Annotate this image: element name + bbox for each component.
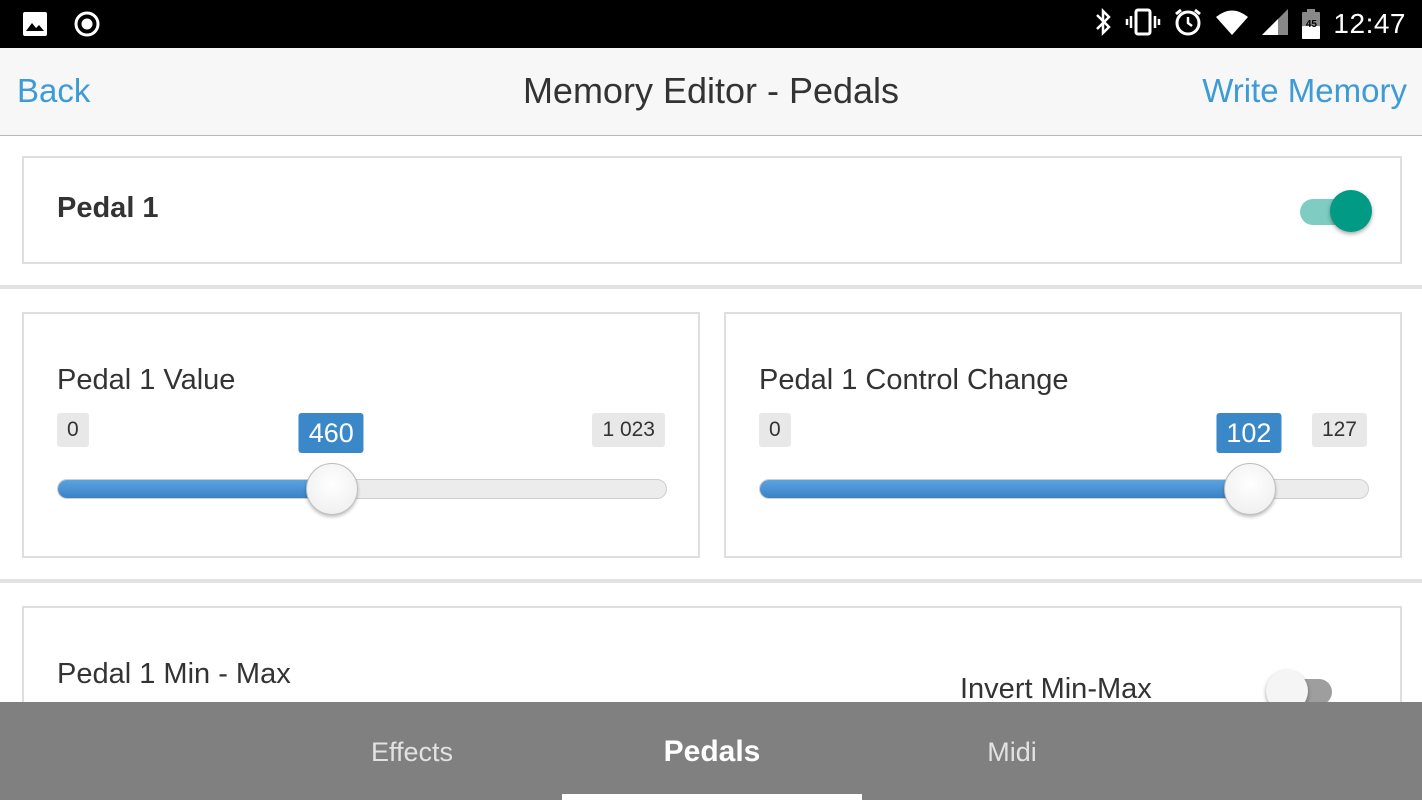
slider-min-label: 0 — [57, 413, 89, 447]
app-header: Back Memory Editor - Pedals Write Memory — [0, 48, 1422, 136]
tab-midi[interactable]: Midi — [862, 702, 1162, 800]
bluetooth-icon — [1093, 7, 1113, 42]
pedal-value-card: Pedal 1 Value 0 1 023 460 — [22, 312, 700, 558]
slider-value-badge: 102 — [1216, 413, 1282, 453]
section-divider — [0, 579, 1422, 583]
slider-handle[interactable] — [1223, 463, 1276, 515]
tab-pedals[interactable]: Pedals — [562, 702, 862, 800]
write-memory-button[interactable]: Write Memory — [1202, 72, 1407, 110]
slider-label: Pedal 1 Control Change — [759, 364, 1069, 396]
pedal-minmax-card: Pedal 1 Min - Max Invert Min-Max — [22, 606, 1402, 702]
slider-handle[interactable] — [306, 463, 359, 515]
minmax-label: Pedal 1 Min - Max — [57, 658, 291, 690]
pedal-enable-card: Pedal 1 — [22, 156, 1402, 264]
pedal-title: Pedal 1 — [57, 192, 159, 224]
bottom-tab-bar: Effects Pedals Midi — [0, 702, 1422, 800]
status-right-icons: 45 12:47 — [1093, 7, 1406, 42]
invert-minmax-label: Invert Min-Max — [960, 673, 1152, 702]
cell-signal-icon — [1261, 8, 1289, 41]
pedal-enable-toggle[interactable] — [1300, 187, 1374, 235]
active-tab-indicator — [562, 794, 862, 800]
invert-minmax-toggle[interactable] — [1266, 667, 1342, 702]
slider-label: Pedal 1 Value — [57, 364, 236, 396]
slider-min-label: 0 — [759, 413, 791, 447]
status-clock: 12:47 — [1333, 8, 1406, 39]
toggle-thumb — [1330, 190, 1372, 232]
tab-effects[interactable]: Effects — [262, 702, 562, 800]
slider-max-label: 1 023 — [592, 413, 665, 447]
image-icon — [22, 11, 48, 42]
section-divider — [0, 285, 1422, 289]
slider-value-badge: 460 — [298, 413, 364, 453]
status-left-icons — [22, 11, 100, 42]
battery-icon: 45 — [1301, 9, 1321, 39]
wifi-icon — [1215, 8, 1249, 41]
status-bar: 45 12:47 — [0, 0, 1422, 48]
toggle-thumb — [1266, 670, 1308, 702]
slider-fill — [760, 480, 1250, 498]
slider-track[interactable] — [57, 463, 667, 515]
slider-fill — [58, 480, 333, 498]
slider-max-label: 127 — [1311, 413, 1367, 447]
alarm-icon — [1173, 7, 1203, 42]
record-icon — [74, 11, 100, 42]
slider-track[interactable] — [759, 463, 1369, 515]
pedal-control-change-card: Pedal 1 Control Change 0 127 102 — [724, 312, 1402, 558]
editor-content[interactable]: Pedal 1 Pedal 1 Value 0 1 023 460 Pedal … — [0, 137, 1422, 702]
battery-level: 45 — [1305, 19, 1317, 30]
vibrate-icon — [1125, 7, 1161, 42]
